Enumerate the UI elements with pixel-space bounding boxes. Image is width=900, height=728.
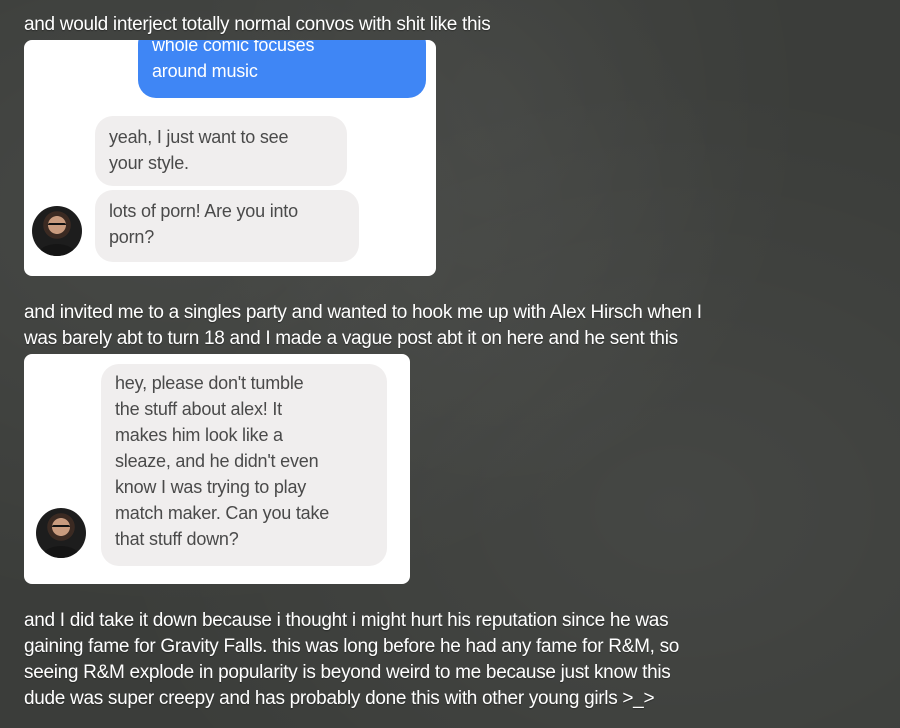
message-line: lots of porn! Are you into — [109, 201, 298, 221]
outro-text: and I did take it down because i thought… — [24, 608, 679, 712]
message-line: whole comic focuses — [152, 40, 315, 55]
message-line: yeah, I just want to see — [109, 127, 289, 147]
message-line: hey, please don't tumble — [115, 373, 304, 393]
message-line: the stuff about alex! It — [115, 399, 282, 419]
outro-line: seeing R&M explode in popularity is beyo… — [24, 662, 671, 683]
middle-line: was barely abt to turn 18 and I made a v… — [24, 328, 678, 349]
chat-screenshot-1: whole comic focuses around music yeah, I… — [24, 40, 436, 276]
message-line: makes him look like a — [115, 425, 283, 445]
received-message-bubble: lots of porn! Are you into porn? — [95, 190, 359, 262]
message-line: your style. — [109, 153, 189, 173]
avatar-icon — [32, 206, 82, 256]
outro-line: gaining fame for Gravity Falls. this was… — [24, 636, 680, 657]
outro-line: dude was super creepy and has probably d… — [24, 688, 655, 709]
message-line: know I was trying to play — [115, 477, 307, 497]
middle-text: and invited me to a singles party and wa… — [24, 300, 702, 352]
message-line: sleaze, and he didn't even — [115, 451, 319, 471]
outro-line: and I did take it down because i thought… — [24, 610, 669, 631]
chat-screenshot-2: hey, please don't tumble the stuff about… — [24, 354, 410, 584]
received-message-bubble: hey, please don't tumble the stuff about… — [101, 364, 387, 566]
message-line: that stuff down? — [115, 529, 239, 549]
message-line: match maker. Can you take — [115, 503, 330, 523]
middle-line: and invited me to a singles party and wa… — [24, 302, 702, 323]
message-line: porn? — [109, 227, 155, 247]
sent-message-bubble: whole comic focuses around music — [138, 40, 426, 98]
intro-line: and would interject totally normal convo… — [24, 14, 491, 35]
intro-text: and would interject totally normal convo… — [24, 12, 491, 38]
avatar-icon — [36, 508, 86, 558]
message-line: around music — [152, 61, 258, 81]
received-message-bubble: yeah, I just want to see your style. — [95, 116, 347, 186]
